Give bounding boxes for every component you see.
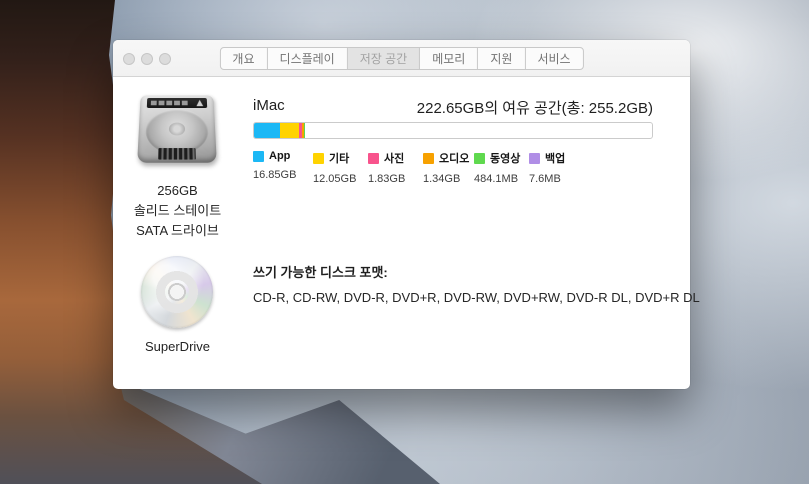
tab-3[interactable]: 메모리: [420, 48, 478, 69]
tab-2[interactable]: 저장 공간: [348, 48, 421, 69]
writable-formats-list: CD-R, CD-RW, DVD-R, DVD+R, DVD-RW, DVD+R…: [253, 290, 700, 305]
tab-5[interactable]: 서비스: [525, 48, 582, 69]
legend-value: 7.6MB: [529, 173, 565, 185]
storage-segment: [304, 123, 305, 138]
minimize-button[interactable]: [141, 53, 153, 65]
storage-segment: [280, 123, 299, 138]
legend-value: 16.85GB: [253, 169, 296, 181]
writable-formats-title: 쓰기 가능한 디스크 포맷:: [253, 262, 388, 281]
internal-drive-caption: 256GB솔리드 스테이트SATA 드라이브: [115, 181, 240, 241]
legend-label: 백업: [545, 150, 565, 166]
superdrive-icon: [141, 256, 215, 330]
internal-drive-icon: [137, 90, 217, 168]
cd-disc-icon: [141, 256, 213, 328]
device-name: iMac: [253, 97, 285, 118]
tab-4[interactable]: 지원: [478, 48, 525, 69]
legend-label: 오디오: [439, 150, 469, 166]
legend-item: 오디오 1.34GB: [423, 150, 469, 185]
drive-caption-line: SATA 드라이브: [115, 221, 240, 241]
about-this-mac-window: 개요디스플레이저장 공간메모리지원서비스 256GB솔리드 스테이트SATA 드…: [113, 40, 690, 389]
tab-1[interactable]: 디스플레이: [268, 48, 348, 69]
legend-swatch: [423, 153, 434, 164]
storage-legend: App 16.85GB 기타 12.05GB 사진 1.83GB 오디오 1.34GB 동영상 4…: [253, 150, 663, 190]
legend-swatch: [253, 151, 264, 162]
legend-swatch: [474, 153, 485, 164]
hard-drive-vents: [158, 148, 196, 160]
traffic-lights: [123, 53, 171, 65]
legend-item: App 16.85GB: [253, 150, 296, 181]
legend-label: 동영상: [490, 150, 520, 166]
hard-drive-icon: [137, 94, 217, 162]
superdrive-label: SuperDrive: [115, 339, 240, 354]
storage-usage-bar: [253, 122, 653, 139]
legend-label: App: [269, 150, 290, 162]
window-titlebar: 개요디스플레이저장 공간메모리지원서비스: [113, 40, 690, 77]
desktop-wallpaper: 개요디스플레이저장 공간메모리지원서비스 256GB솔리드 스테이트SATA 드…: [0, 0, 809, 484]
legend-swatch: [368, 153, 379, 164]
drive-caption-line: 256GB: [115, 181, 240, 201]
legend-item: 기타 12.05GB: [313, 150, 356, 185]
storage-header: iMac 222.65GB의 여유 공간(총: 255.2GB): [253, 97, 653, 118]
legend-value: 1.83GB: [368, 173, 405, 185]
storage-segment: [254, 123, 280, 138]
legend-label: 사진: [384, 150, 404, 166]
legend-item: 동영상 484.1MB: [474, 150, 520, 185]
legend-swatch: [529, 153, 540, 164]
legend-value: 12.05GB: [313, 173, 356, 185]
legend-value: 1.34GB: [423, 173, 469, 185]
legend-label: 기타: [329, 150, 349, 166]
tab-0[interactable]: 개요: [220, 48, 267, 69]
legend-item: 백업 7.6MB: [529, 150, 565, 185]
free-space-text: 222.65GB의 여유 공간(총: 255.2GB): [417, 97, 653, 118]
close-button[interactable]: [123, 53, 135, 65]
zoom-button[interactable]: [159, 53, 171, 65]
hard-drive-label-strip: [147, 98, 207, 108]
drive-caption-line: 솔리드 스테이트: [115, 201, 240, 221]
legend-item: 사진 1.83GB: [368, 150, 405, 185]
tab-bar: 개요디스플레이저장 공간메모리지원서비스: [219, 47, 583, 70]
legend-swatch: [313, 153, 324, 164]
legend-value: 484.1MB: [474, 173, 520, 185]
